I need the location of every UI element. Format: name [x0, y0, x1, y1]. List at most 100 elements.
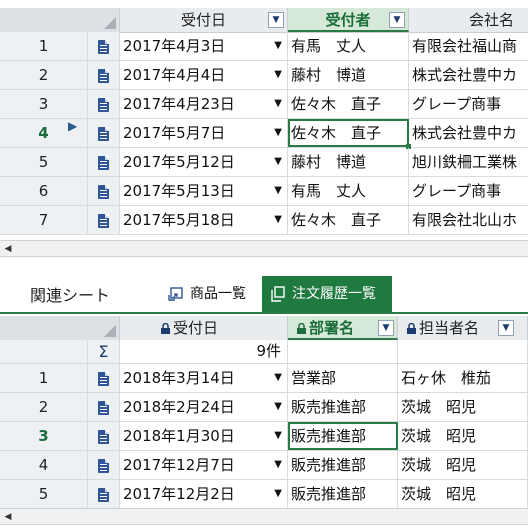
dropdown-arrow-icon[interactable]: ▼ [274, 451, 282, 479]
filter-dropdown-icon[interactable]: ▼ [378, 320, 394, 336]
bottom-horizontal-scrollbar[interactable]: ◀ [0, 508, 528, 525]
document-icon[interactable] [98, 488, 109, 502]
dept-cell[interactable]: 営業部 [288, 364, 398, 392]
date-cell[interactable]: 2017年5月18日 ▼ [120, 206, 288, 234]
scroll-left-arrow-icon[interactable]: ◀ [2, 511, 14, 523]
document-icon[interactable] [98, 98, 109, 112]
record-cell[interactable] [88, 480, 120, 508]
row-header[interactable]: 1 [0, 32, 88, 60]
date-cell[interactable]: 2018年2月24日 ▼ [120, 393, 288, 421]
tab-order-history[interactable]: 注文履歴一覧 [262, 276, 392, 312]
record-cell[interactable] [88, 90, 120, 118]
date-cell[interactable]: 2017年5月12日 ▼ [120, 148, 288, 176]
dropdown-arrow-icon[interactable]: ▼ [274, 119, 282, 147]
column-header-date[interactable]: 受付日 ▼ [120, 8, 288, 32]
row-header[interactable]: 5 [0, 148, 88, 176]
dropdown-arrow-icon[interactable]: ▼ [274, 393, 282, 421]
date-cell[interactable]: 2017年12月2日 ▼ [120, 480, 288, 508]
document-icon[interactable] [98, 214, 109, 228]
date-cell[interactable]: 2018年3月14日 ▼ [120, 364, 288, 392]
receiver-cell[interactable]: 藤村 博道 [288, 148, 409, 176]
select-all-corner[interactable] [0, 316, 120, 340]
scroll-left-arrow-icon[interactable]: ◀ [2, 243, 14, 255]
document-icon[interactable] [98, 127, 109, 141]
receiver-cell[interactable]: 藤村 博道 [288, 61, 409, 89]
document-icon[interactable] [98, 372, 109, 386]
record-cell[interactable] [88, 148, 120, 176]
record-cell[interactable] [88, 177, 120, 205]
dropdown-arrow-icon[interactable]: ▼ [274, 206, 282, 234]
company-cell[interactable]: 株式会社豊中カ [409, 119, 528, 147]
column-header-dept[interactable]: 部署名 ▼ [288, 316, 398, 340]
record-cell[interactable] [88, 364, 120, 392]
receiver-cell[interactable]: 有馬 丈人 [288, 32, 409, 60]
record-cell[interactable] [88, 393, 120, 421]
person-cell[interactable]: 茨城 昭児 [398, 480, 528, 508]
column-header-date[interactable]: 受付日 [120, 316, 288, 340]
company-cell[interactable]: 有限会社北山ホ [409, 206, 528, 234]
date-cell[interactable]: 2017年4月3日 ▼ [120, 32, 288, 60]
row-header[interactable]: 7 [0, 206, 88, 234]
top-horizontal-scrollbar[interactable]: ◀ [0, 240, 528, 257]
dropdown-arrow-icon[interactable]: ▼ [274, 32, 282, 60]
date-cell[interactable]: 2017年4月4日 ▼ [120, 61, 288, 89]
document-icon[interactable] [98, 401, 109, 415]
person-cell[interactable]: 茨城 昭児 [398, 422, 528, 450]
company-cell[interactable]: グレープ商事 [409, 177, 528, 205]
row-header[interactable]: 3 [0, 422, 88, 450]
company-cell[interactable]: グレープ商事 [409, 90, 528, 118]
document-icon[interactable] [98, 40, 109, 54]
dropdown-arrow-icon[interactable]: ▼ [274, 90, 282, 118]
date-cell[interactable]: 2017年5月7日 ▼ [120, 119, 288, 147]
receiver-cell[interactable]: 佐々木 直子 [288, 119, 409, 147]
row-header[interactable]: 6 [0, 177, 88, 205]
filter-dropdown-icon[interactable]: ▼ [268, 12, 284, 28]
row-header[interactable]: 3 [0, 90, 88, 118]
column-header-company[interactable]: 会社名 [409, 8, 528, 32]
record-cell[interactable] [88, 422, 120, 450]
row-header[interactable]: 4 [0, 451, 88, 479]
company-cell[interactable]: 株式会社豊中カ [409, 61, 528, 89]
column-header-receiver[interactable]: 受付者 ▼ [288, 8, 409, 32]
filter-dropdown-icon[interactable]: ▼ [389, 12, 405, 28]
dropdown-arrow-icon[interactable]: ▼ [274, 364, 282, 392]
date-cell[interactable]: 2017年12月7日 ▼ [120, 451, 288, 479]
dropdown-arrow-icon[interactable]: ▼ [274, 422, 282, 450]
row-header[interactable]: 2 [0, 61, 88, 89]
row-header[interactable]: 2 [0, 393, 88, 421]
dropdown-arrow-icon[interactable]: ▼ [274, 148, 282, 176]
row-header[interactable]: 1 [0, 364, 88, 392]
date-cell[interactable]: 2017年5月13日 ▼ [120, 177, 288, 205]
dept-cell[interactable]: 販売推進部 [288, 393, 398, 421]
person-cell[interactable]: 茨城 昭児 [398, 393, 528, 421]
document-icon[interactable] [98, 156, 109, 170]
dept-cell[interactable]: 販売推進部 [288, 451, 398, 479]
dept-cell[interactable]: 販売推進部 [288, 422, 398, 450]
column-header-person[interactable]: 担当者名 ▼ [398, 316, 528, 340]
record-cell[interactable] [88, 206, 120, 234]
dropdown-arrow-icon[interactable]: ▼ [274, 480, 282, 508]
row-header[interactable]: 5 [0, 480, 88, 508]
receiver-cell[interactable]: 佐々木 直子 [288, 90, 409, 118]
date-cell[interactable]: 2018年1月30日 ▼ [120, 422, 288, 450]
select-all-corner[interactable] [0, 8, 120, 32]
receiver-cell[interactable]: 佐々木 直子 [288, 206, 409, 234]
record-cell[interactable] [88, 119, 120, 147]
record-cell[interactable] [88, 61, 120, 89]
company-cell[interactable]: 有限会社福山商 [409, 32, 528, 60]
tab-product-list[interactable]: 商品一覧 [160, 276, 260, 312]
date-cell[interactable]: 2017年4月23日 ▼ [120, 90, 288, 118]
person-cell[interactable]: 茨城 昭児 [398, 451, 528, 479]
record-cell[interactable] [88, 32, 120, 60]
document-icon[interactable] [98, 430, 109, 444]
document-icon[interactable] [98, 459, 109, 473]
company-cell[interactable]: 旭川鉄柵工業株 [409, 148, 528, 176]
record-cell[interactable] [88, 451, 120, 479]
receiver-cell[interactable]: 有馬 丈人 [288, 177, 409, 205]
document-icon[interactable] [98, 185, 109, 199]
filter-dropdown-icon[interactable]: ▼ [498, 320, 514, 336]
document-icon[interactable] [98, 69, 109, 83]
dept-cell[interactable]: 販売推進部 [288, 480, 398, 508]
dropdown-arrow-icon[interactable]: ▼ [274, 177, 282, 205]
dropdown-arrow-icon[interactable]: ▼ [274, 61, 282, 89]
